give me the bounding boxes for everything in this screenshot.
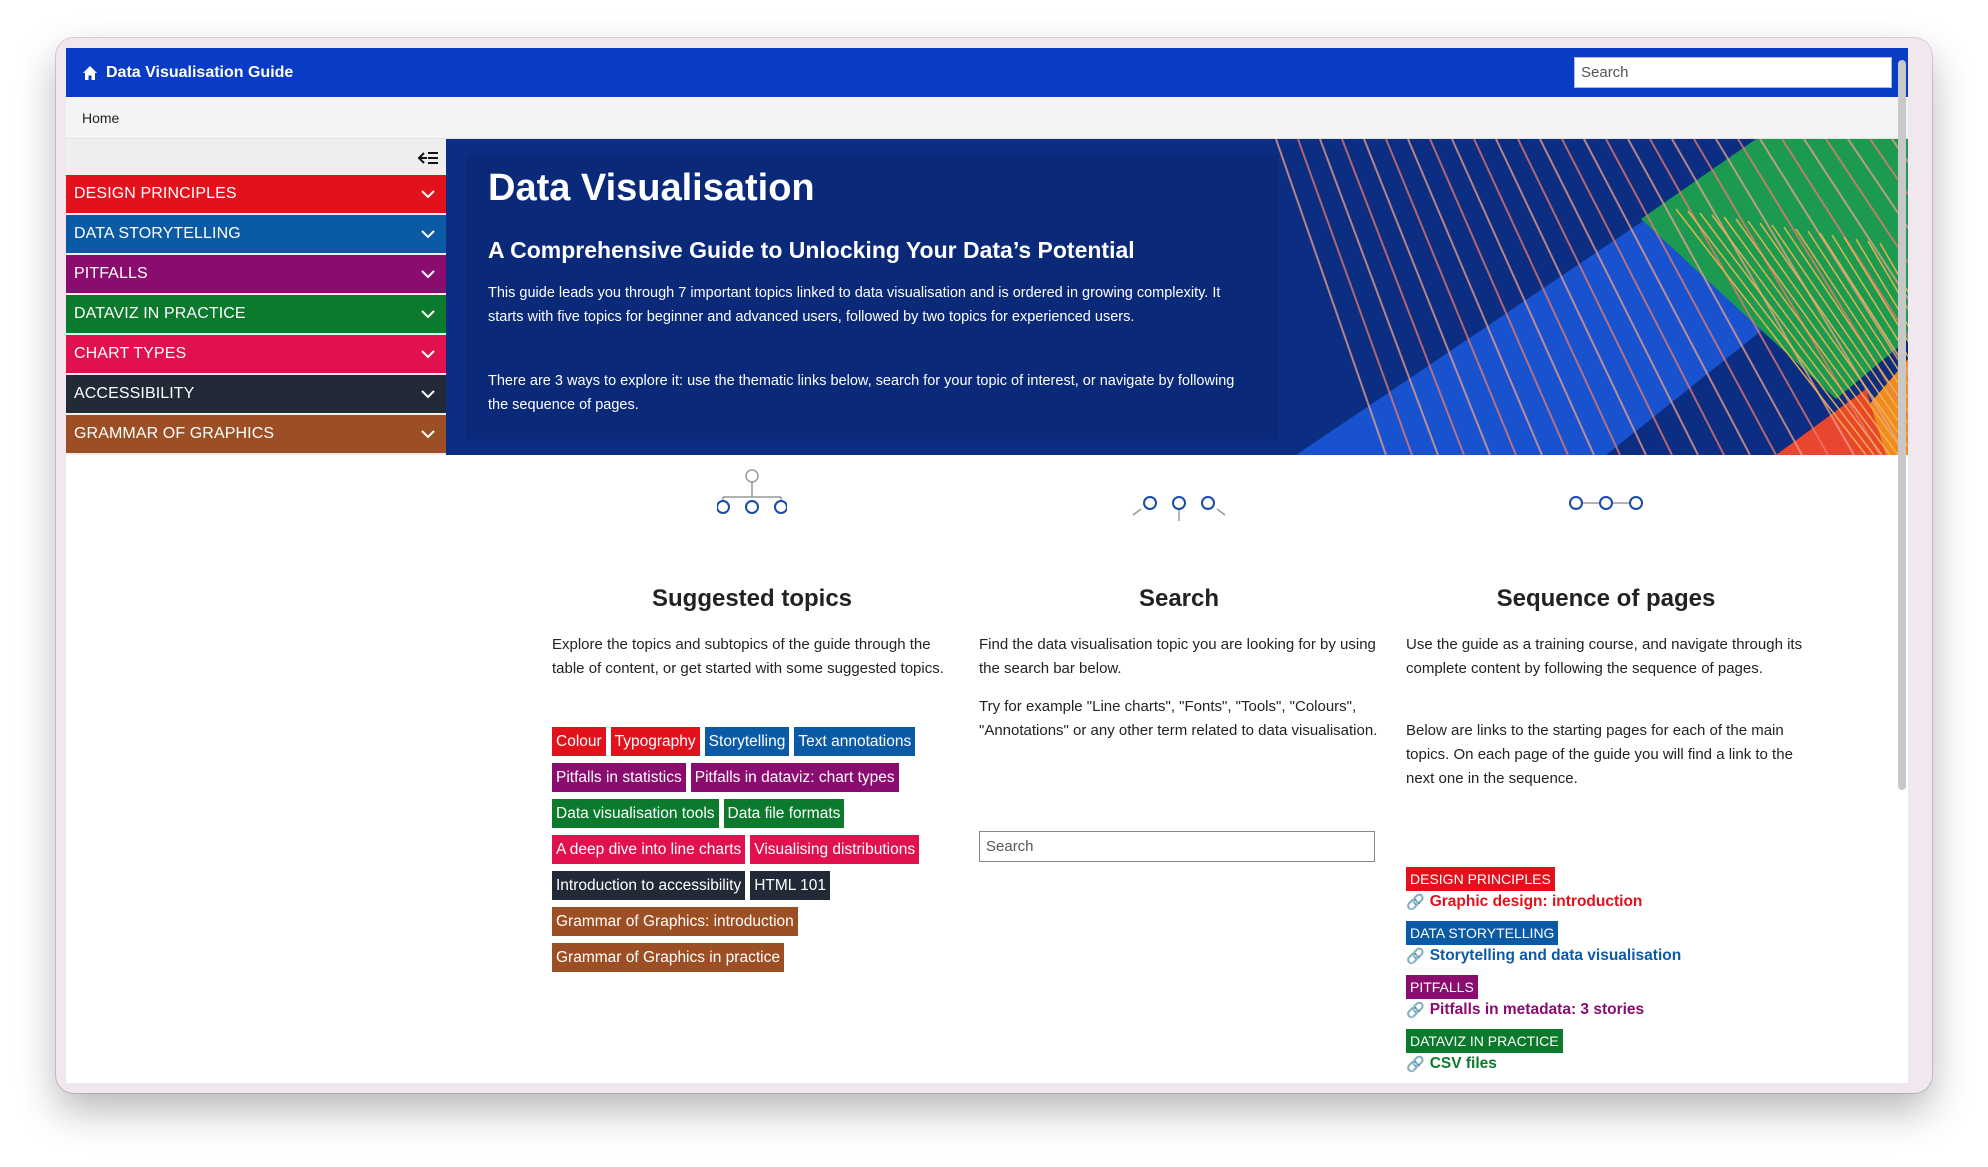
link-icon: 🔗 (1406, 1056, 1425, 1073)
topic-tag[interactable]: HTML 101 (750, 871, 831, 900)
sequence-item: PITFALLS 🔗 Pitfalls in metadata: 3 stories (1406, 975, 1826, 1019)
sequence-badge[interactable]: DATA STORYTELLING (1406, 921, 1559, 945)
chevron-down-icon[interactable] (420, 229, 436, 239)
sequence-item: DATAVIZ IN PRACTICE 🔗 CSV files (1406, 1029, 1826, 1073)
chevron-down-icon[interactable] (420, 389, 436, 399)
sidebar-item-label: DATA STORYTELLING (74, 225, 241, 242)
page-scrollbar[interactable] (1898, 60, 1906, 790)
sequence-link[interactable]: 🔗 Graphic design: introduction (1406, 893, 1826, 911)
search-text-1: Find the data visualisation topic you ar… (979, 636, 1376, 677)
chevron-down-icon[interactable] (420, 349, 436, 359)
sequence-link-text: Graphic design: introduction (1429, 893, 1643, 910)
browser-window: Data Visualisation Guide Home DESIGN PRI… (66, 48, 1908, 1083)
sidebar-item-design-principles[interactable]: DESIGN PRINCIPLES (66, 175, 446, 213)
hero-title: Data Visualisation (488, 167, 815, 209)
sequence-item: DATA STORYTELLING 🔗 Storytelling and data … (1406, 921, 1826, 965)
sidebar-item-pitfalls[interactable]: PITFALLS (66, 255, 446, 293)
chevron-down-icon[interactable] (420, 429, 436, 439)
breadcrumb-home[interactable]: Home (82, 110, 119, 126)
hero-paragraph-2: There are 3 ways to explore it: use the … (488, 373, 1235, 413)
sequence-badge[interactable]: DESIGN PRINCIPLES (1406, 867, 1555, 891)
chevron-down-icon[interactable] (420, 269, 436, 279)
hero-subtitle: A Comprehensive Guide to Unlocking Your … (488, 237, 1135, 263)
sequence-dots-icon (1406, 493, 1806, 563)
sequence-link-text: CSV files (1429, 1055, 1497, 1072)
topic-tag[interactable]: Colour (552, 727, 606, 756)
link-icon: 🔗 (1406, 1002, 1425, 1019)
tag-row: Grammar of Graphics: introduction (552, 907, 952, 936)
sequence-link-text: Storytelling and data visualisation (1429, 947, 1682, 964)
sidebar-item-label: PITFALLS (74, 265, 148, 282)
sidebar-nav: DESIGN PRINCIPLES DATA STORYTELLING PITFAL… (66, 175, 446, 455)
chevron-down-icon[interactable] (420, 309, 436, 319)
topic-tag[interactable]: A deep dive into line charts (552, 835, 746, 864)
tag-row: A deep dive into line charts Visualising … (552, 835, 952, 864)
sidebar-item-label: CHART TYPES (74, 345, 187, 362)
topic-tag[interactable]: Text annotations (794, 727, 916, 756)
search-text-2: Try for example "Line charts", "Fonts", … (979, 698, 1378, 739)
sidebar-item-label: ACCESSIBILITY (74, 385, 195, 402)
sidebar-item-label: DESIGN PRINCIPLES (74, 185, 237, 202)
sequence-list: DESIGN PRINCIPLES 🔗 Graphic design: introd… (1406, 867, 1826, 1083)
tag-row: Colour Typography Storytelling Text annotat… (552, 727, 952, 756)
topic-tag[interactable]: Storytelling (704, 727, 790, 756)
hero-paragraph-1: This guide leads you through 7 important… (488, 285, 1221, 325)
sequence-badge[interactable]: PITFALLS (1406, 975, 1478, 999)
sidebar-item-grammar-of-graphics[interactable]: GRAMMAR OF GRAPHICS (66, 415, 446, 453)
suggested-topics-title: Suggested topics (651, 585, 853, 612)
sequence-title: Sequence of pages (1496, 585, 1716, 612)
topic-tag[interactable]: Visualising distributions (750, 835, 920, 864)
tag-row: Grammar of Graphics in practice (552, 943, 952, 972)
sequence-text-2: Below are links to the starting pages fo… (1406, 722, 1793, 787)
sidebar-item-dataviz-in-practice[interactable]: DATAVIZ IN PRACTICE (66, 295, 446, 333)
sequence-badge[interactable]: DATAVIZ IN PRACTICE (1406, 1029, 1563, 1053)
top-search-input[interactable] (1574, 57, 1892, 88)
sidebar-item-data-storytelling[interactable]: DATA STORYTELLING (66, 215, 446, 253)
brand-link[interactable]: Data Visualisation Guide (82, 64, 293, 82)
top-navbar: Data Visualisation Guide (66, 48, 1908, 97)
chevron-down-icon[interactable] (420, 189, 436, 199)
tag-row: Introduction to accessibility HTML 101 (552, 871, 952, 900)
topic-tag[interactable]: Typography (610, 727, 700, 756)
sidebar-item-chart-types[interactable]: CHART TYPES (66, 335, 446, 373)
sequence-link[interactable]: 🔗 Pitfalls in metadata: 3 stories (1406, 1001, 1826, 1019)
tree-icon (552, 469, 952, 539)
hero-banner: Data Visualisation A Comprehensive Guide… (446, 139, 1908, 455)
collapse-sidebar-icon (417, 152, 438, 164)
topic-tag[interactable]: Pitfalls in dataviz: chart types (690, 763, 899, 792)
sidebar-item-accessibility[interactable]: ACCESSIBILITY (66, 375, 446, 413)
sequence-text-1: Use the guide as a training course, and … (1406, 636, 1803, 677)
suggested-tags: Colour Typography Storytelling Text annotat… (552, 727, 952, 979)
link-icon: 🔗 (1406, 894, 1425, 911)
search-title: Search (1138, 585, 1220, 612)
topic-tag[interactable]: Grammar of Graphics in practice (552, 943, 784, 972)
sequence-item: DESIGN PRINCIPLES 🔗 Graphic design: introd… (1406, 867, 1826, 911)
sidebar-collapse-button[interactable] (416, 149, 440, 167)
sequence-link[interactable]: 🔗 CSV files (1406, 1055, 1826, 1073)
tag-row: Data visualisation tools Data file format… (552, 799, 952, 828)
guide-search-input[interactable] (979, 831, 1375, 862)
topic-tag[interactable]: Introduction to accessibility (552, 871, 746, 900)
sequence-link[interactable]: 🔗 Storytelling and data visualisation (1406, 947, 1826, 965)
topic-tag[interactable]: Grammar of Graphics: introduction (552, 907, 798, 936)
brand-title: Data Visualisation Guide (106, 63, 294, 81)
breadcrumb: Home (66, 97, 1908, 139)
link-icon: 🔗 (1406, 948, 1425, 965)
sidebar-item-label: GRAMMAR OF GRAPHICS (74, 425, 275, 442)
topic-tag[interactable]: Data visualisation tools (552, 799, 719, 828)
topic-tag[interactable]: Data file formats (723, 799, 845, 828)
suggested-topics-text: Explore the topics and subtopics of the … (552, 636, 944, 677)
search-dots-icon (979, 493, 1379, 563)
home-icon (83, 65, 97, 80)
topic-tag[interactable]: Pitfalls in statistics (552, 763, 686, 792)
sidebar-item-label: DATAVIZ IN PRACTICE (74, 305, 246, 322)
sequence-link-text: Pitfalls in metadata: 3 stories (1429, 1001, 1645, 1018)
tag-row: Pitfalls in statistics Pitfalls in datavi… (552, 763, 952, 792)
sidebar: DESIGN PRINCIPLES DATA STORYTELLING PITFAL… (66, 139, 446, 455)
